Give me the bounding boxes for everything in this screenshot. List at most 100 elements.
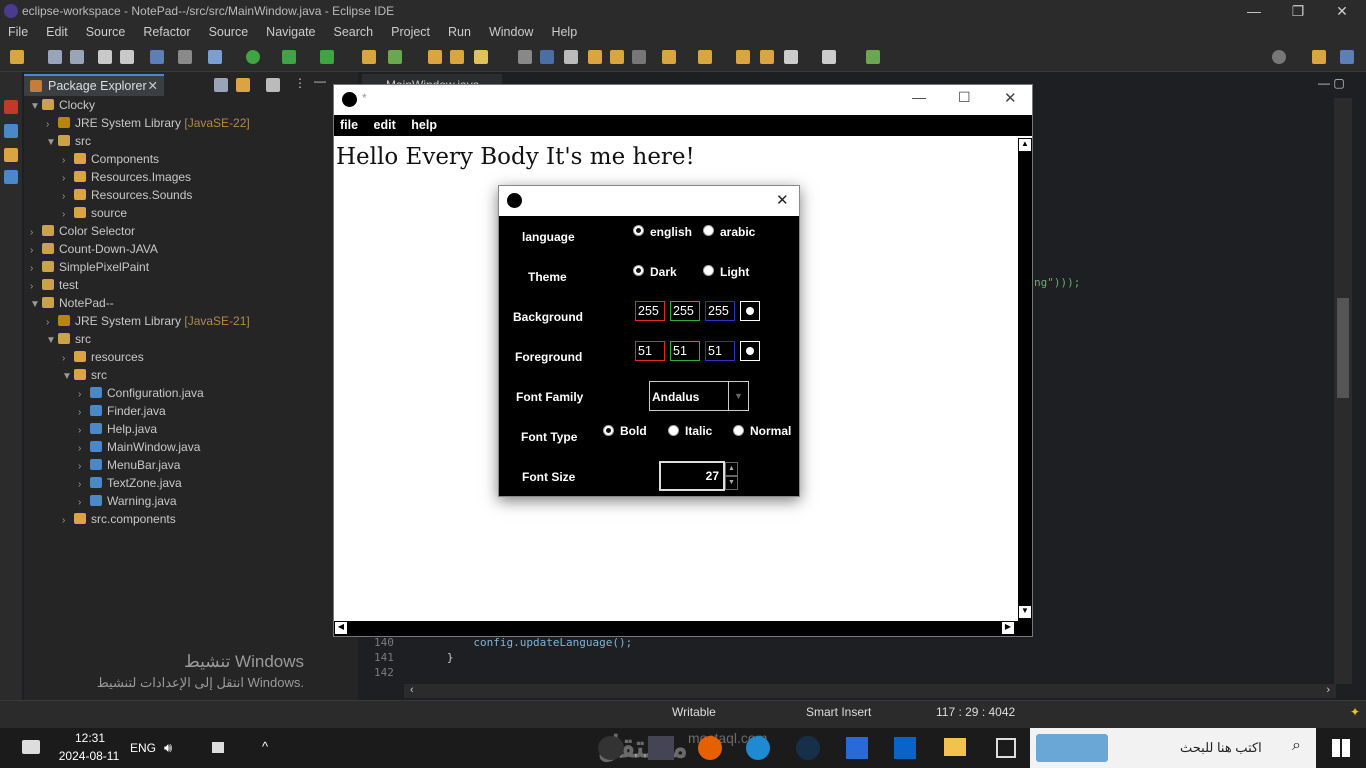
background-color-picker-button[interactable] xyxy=(740,301,760,321)
search-icon[interactable] xyxy=(1272,50,1286,64)
external-tools-icon[interactable] xyxy=(320,50,334,64)
app-icon-1[interactable] xyxy=(598,736,624,760)
editor-horizontal-scrollbar[interactable]: ‹ › xyxy=(404,684,1336,698)
editor-minimize-icon[interactable]: — ▢ xyxy=(1318,76,1345,90)
minimize-button[interactable]: — xyxy=(1232,0,1276,22)
file-explorer-icon[interactable] xyxy=(944,738,966,756)
minimize-view-icon[interactable]: — xyxy=(314,74,326,88)
app-menu-file[interactable]: file xyxy=(340,118,358,132)
firefox-icon[interactable] xyxy=(698,736,722,760)
edge-icon[interactable] xyxy=(746,736,770,760)
tree-item-notepad[interactable]: ▼ NotePad-- xyxy=(30,294,114,312)
skip-breakpoints-icon[interactable] xyxy=(178,50,192,64)
debug-icon[interactable] xyxy=(208,50,222,64)
expanded-icon[interactable]: ▼ xyxy=(30,296,42,314)
tree-item-color-selector[interactable]: › Color Selector xyxy=(30,222,135,240)
tree-item-src-2[interactable]: ▼ src xyxy=(46,330,91,348)
toggle-annotation-icon[interactable] xyxy=(518,50,532,64)
search-icon-toolbar[interactable] xyxy=(474,50,488,64)
menu-run[interactable]: Run xyxy=(448,25,471,39)
spinner-down-icon[interactable]: ▼ xyxy=(725,476,738,490)
scroll-right-icon[interactable]: › xyxy=(1326,684,1330,696)
font-type-bold-radio[interactable] xyxy=(603,425,614,436)
chevron-down-icon[interactable]: ▼ xyxy=(728,382,748,410)
tree-item-menubar[interactable]: › MenuBar.java xyxy=(78,456,180,474)
expanded-icon[interactable]: ▼ xyxy=(30,98,42,116)
volume-icon[interactable]: 🔊︎ xyxy=(164,740,172,756)
theme-light-radio[interactable] xyxy=(703,265,714,276)
word-wrap-icon[interactable] xyxy=(588,50,602,64)
new-package-icon[interactable] xyxy=(388,50,402,64)
font-type-italic-radio[interactable] xyxy=(668,425,679,436)
foreground-green-field[interactable]: 51 xyxy=(670,341,700,361)
menu-edit[interactable]: Edit xyxy=(46,25,68,39)
mark-occurrences-icon[interactable] xyxy=(540,50,554,64)
back-icon[interactable] xyxy=(784,50,798,64)
tree-item-source[interactable]: › source xyxy=(62,204,127,222)
menu-source[interactable]: Source xyxy=(86,25,126,39)
tree-item-mainwindow[interactable]: › MainWindow.java xyxy=(78,438,200,456)
outlook-icon[interactable] xyxy=(894,737,916,759)
tree-item-src[interactable]: ▼ src xyxy=(46,132,91,150)
tree-item-help[interactable]: › Help.java xyxy=(78,420,157,438)
app-vertical-scrollbar[interactable]: ▲ ▼ xyxy=(1018,138,1032,621)
background-red-field[interactable]: 255 xyxy=(635,301,665,321)
problems-icon[interactable] xyxy=(4,148,18,162)
coverage-icon[interactable] xyxy=(282,50,296,64)
foreground-red-field[interactable]: 51 xyxy=(635,341,665,361)
next-annotation-icon[interactable] xyxy=(662,50,676,64)
new-java-project-icon[interactable] xyxy=(362,50,376,64)
menu-help[interactable]: Help xyxy=(551,25,577,39)
scroll-left-icon[interactable]: ‹ xyxy=(410,684,414,696)
tree-item-resources[interactable]: › resources xyxy=(62,348,144,366)
language-english-radio[interactable] xyxy=(633,225,644,236)
prev-annotation-icon[interactable] xyxy=(698,50,712,64)
background-green-field[interactable]: 255 xyxy=(670,301,700,321)
save-all-icon[interactable] xyxy=(70,50,84,64)
expanded-icon[interactable]: ▼ xyxy=(46,134,58,152)
tree-item-test[interactable]: › test xyxy=(30,276,78,294)
menu-file[interactable]: File xyxy=(8,25,28,39)
clock-date[interactable]: 2024-08-11 xyxy=(56,749,122,763)
scroll-up-icon[interactable]: ▲ xyxy=(1019,139,1031,151)
tree-item-src-components[interactable]: › src.components xyxy=(62,510,176,528)
tree-item-count-down[interactable]: › Count-Down-JAVA xyxy=(30,240,158,258)
tree-item-simple-pixel-paint[interactable]: › SimplePixelPaint xyxy=(30,258,149,276)
run-icon[interactable] xyxy=(246,50,260,64)
open-task-icon[interactable] xyxy=(450,50,464,64)
chevron-up-icon[interactable]: ^ xyxy=(262,739,268,754)
foreground-blue-field[interactable]: 51 xyxy=(705,341,735,361)
maximize-button[interactable]: ❐ xyxy=(1276,0,1320,22)
tree-item-src-package[interactable]: ▼ src xyxy=(62,366,107,384)
menu-project[interactable]: Project xyxy=(391,25,430,39)
app-close-button[interactable]: ✕ xyxy=(1004,89,1017,107)
forward-icon[interactable] xyxy=(822,50,836,64)
link-editor-icon[interactable] xyxy=(236,78,250,92)
pilcrow-icon[interactable] xyxy=(632,50,646,64)
tree-item-configuration[interactable]: › Configuration.java xyxy=(78,384,204,402)
notification-icon[interactable] xyxy=(22,740,40,754)
battery-icon[interactable] xyxy=(212,742,224,753)
font-type-normal-label[interactable]: Normal xyxy=(750,424,791,438)
font-family-select[interactable]: Andalus ▼ xyxy=(649,381,749,411)
scroll-left-icon[interactable]: ◀ xyxy=(335,622,347,634)
tree-item-resources-sounds[interactable]: › Resources.Sounds xyxy=(62,186,192,204)
steam-icon[interactable] xyxy=(796,736,820,760)
dialog-close-button[interactable]: ✕ xyxy=(776,191,789,209)
java-perspective-icon[interactable] xyxy=(1340,50,1354,64)
app-minimize-button[interactable]: — xyxy=(912,89,926,105)
editor-vertical-scrollbar[interactable] xyxy=(1334,98,1352,684)
collapse-all-icon[interactable] xyxy=(214,78,228,92)
console-icon[interactable] xyxy=(4,170,18,184)
tree-item-finder[interactable]: › Finder.java xyxy=(78,402,166,420)
undo-icon[interactable] xyxy=(98,50,112,64)
save-icon[interactable] xyxy=(48,50,62,64)
windows-start-icon[interactable] xyxy=(1332,739,1350,757)
task-view-icon[interactable] xyxy=(996,738,1016,758)
taskbar-search-box[interactable]: اكتب هنا للبحث ⌕ xyxy=(1030,728,1316,768)
terminal-icon[interactable] xyxy=(150,50,164,64)
app-horizontal-scrollbar[interactable]: ◀ ▶ xyxy=(334,621,1032,636)
tip-icon[interactable]: ✦ xyxy=(1350,705,1360,719)
font-size-spinner[interactable]: 27 xyxy=(659,461,725,491)
open-type-icon[interactable] xyxy=(428,50,442,64)
